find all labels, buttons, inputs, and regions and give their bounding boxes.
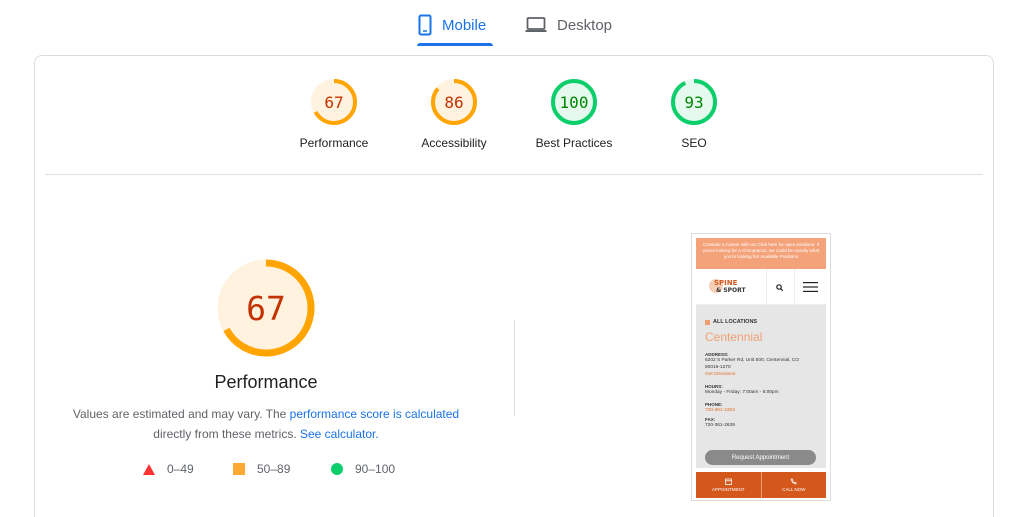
legend-pass: 90–100 xyxy=(331,462,395,476)
phone-address-1: 6202 S Parker Rd, Unit 500, Centennial, … xyxy=(705,358,800,363)
score-calculated-link[interactable]: performance score is calculated xyxy=(290,407,459,421)
tab-desktop-label: Desktop xyxy=(557,16,613,34)
screenshot-page: Consider a Career with us! Click here fo… xyxy=(696,238,826,498)
gauge-best-practices-label: Best Practices xyxy=(535,136,613,150)
performance-main-score: 67 xyxy=(246,289,286,328)
score-gauge-performance[interactable]: 67 Performance xyxy=(274,78,394,150)
square-icon xyxy=(233,463,245,475)
phone-call-label: CALL NOW xyxy=(782,487,806,492)
gauge-accessibility-label: Accessibility xyxy=(421,136,487,150)
vertical-divider xyxy=(514,320,515,416)
legend-pass-label: 90–100 xyxy=(355,462,396,476)
phone-appointment-tab: APPOINTMENT xyxy=(696,472,761,498)
performance-description: Values are estimated and may vary. The p… xyxy=(65,404,467,444)
legend-fail: 0–49 xyxy=(143,462,194,476)
gauge-accessibility-ring: 86 xyxy=(431,79,477,125)
phone-request-button: Request Appointment xyxy=(705,450,816,465)
gauge-seo-value: 93 xyxy=(684,93,703,112)
phone-location-heading: ALL LOCATIONS xyxy=(705,319,817,325)
final-screenshot: Consider a Career with us! Click here fo… xyxy=(691,233,831,501)
legend-fail-label: 0–49 xyxy=(167,462,194,476)
desc-text-1: Values are estimated and may vary. The xyxy=(72,407,290,421)
gauge-performance-label: Performance xyxy=(299,136,369,150)
gauge-performance-ring: 67 xyxy=(311,79,357,125)
triangle-icon xyxy=(143,463,155,475)
phone-city: Centennial xyxy=(705,330,763,344)
phone-fax: 720-361-2639 xyxy=(705,423,735,428)
phone-directions: Get Directions xyxy=(705,372,736,377)
tab-desktop[interactable]: Desktop xyxy=(525,10,612,40)
report-card: 67 Performance 86 Accessibility 100 Best… xyxy=(34,55,994,517)
score-gauge-accessibility[interactable]: 86 Accessibility xyxy=(394,78,514,150)
phone-location-panel: ALL LOCATIONS Centennial ADDRESS: 6202 S… xyxy=(696,305,826,468)
gauge-best-practices-value: 100 xyxy=(560,93,589,112)
desc-text-2: directly from these metrics. xyxy=(153,427,300,441)
device-tabs: Mobile Desktop xyxy=(0,0,1030,50)
tab-mobile-label: Mobile xyxy=(442,16,487,34)
gauge-seo-label: SEO xyxy=(681,136,707,150)
location-square-icon xyxy=(705,319,710,325)
gauge-best-practices-ring: 100 xyxy=(551,79,597,125)
spine-sport-logo: SPINE & SPORT xyxy=(708,275,754,297)
phone-banner: Consider a Career with us! Click here fo… xyxy=(696,238,826,269)
logo-text-2: & SPORT xyxy=(716,287,746,294)
laptop-icon xyxy=(525,17,547,33)
gauge-performance-value: 67 xyxy=(324,93,343,112)
phone-call-tab: CALL NOW xyxy=(760,472,827,498)
section-divider xyxy=(45,174,983,175)
performance-main-gauge: 67 xyxy=(217,259,315,362)
phone-hours: Monday - Friday: 7:00am - 6:00pm xyxy=(705,390,779,395)
phone-header: SPINE & SPORT xyxy=(696,269,826,305)
phone-bottom-bar: APPOINTMENT CALL NOW xyxy=(696,472,826,498)
gauge-seo-ring: 93 xyxy=(671,79,717,125)
active-tab-indicator xyxy=(417,43,493,46)
phone-number: 720-361-2304 xyxy=(705,408,735,413)
phone-icon xyxy=(790,478,797,485)
logo-text-1: SPINE xyxy=(714,279,738,287)
performance-title: Performance xyxy=(214,372,318,392)
phone-location-label: ALL LOCATIONS xyxy=(713,319,758,325)
see-calculator-link[interactable]: See calculator. xyxy=(300,427,379,441)
score-gauge-seo[interactable]: 93 SEO xyxy=(634,78,754,150)
phone-appointment-label: APPOINTMENT xyxy=(711,487,745,492)
gauge-accessibility-value: 86 xyxy=(444,93,463,112)
legend-average-label: 50–89 xyxy=(257,462,291,476)
legend-average: 50–89 xyxy=(233,462,290,476)
smartphone-icon xyxy=(418,14,432,36)
calendar-icon xyxy=(724,478,732,485)
phone-address-2: 80016-1270 xyxy=(705,365,731,370)
circle-icon xyxy=(331,463,343,475)
score-gauge-best-practices[interactable]: 100 Best Practices xyxy=(514,78,634,150)
phone-menu-icon xyxy=(794,269,826,305)
tab-mobile[interactable]: Mobile xyxy=(418,10,486,40)
phone-search-icon xyxy=(766,269,792,305)
